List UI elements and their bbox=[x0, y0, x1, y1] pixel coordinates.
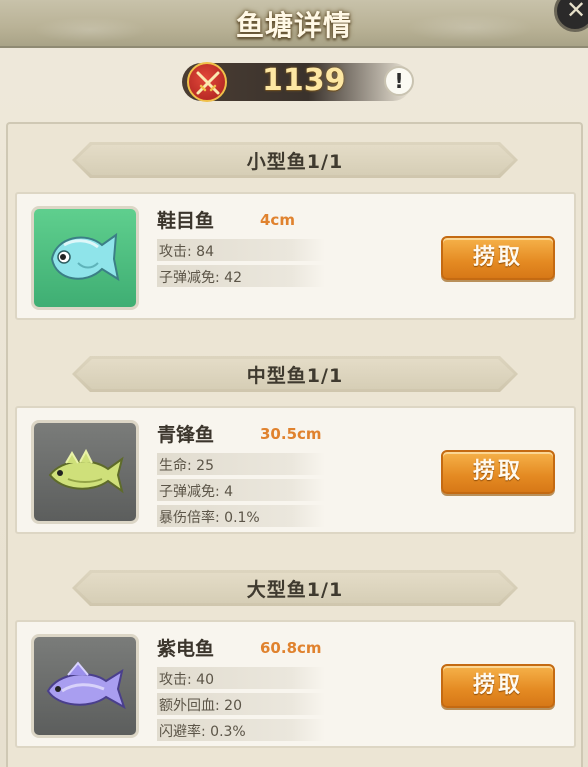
fish-size: 30.5cm bbox=[260, 425, 322, 443]
fish-icon bbox=[48, 448, 124, 494]
catch-button[interactable]: 捞取 bbox=[441, 450, 555, 494]
page-title: 鱼塘详情 bbox=[235, 9, 352, 42]
section-title: 中型鱼1/1 bbox=[246, 365, 344, 387]
fish-name: 青锋鱼 bbox=[157, 424, 215, 446]
fish-thumbnail bbox=[31, 206, 139, 310]
header-bar: 鱼塘详情 bbox=[0, 0, 588, 48]
fish-stat: 暴伤倍率: 0.1% bbox=[157, 505, 325, 527]
section-banner-medium: 中型鱼1/1 bbox=[72, 356, 518, 392]
section-banner-small: 小型鱼1/1 bbox=[72, 142, 518, 178]
section-title: 大型鱼1/1 bbox=[246, 579, 344, 601]
section-banner-large: 大型鱼1/1 bbox=[72, 570, 518, 606]
fish-size: 60.8cm bbox=[260, 639, 322, 657]
section-title: 小型鱼1/1 bbox=[246, 151, 344, 173]
fish-stat: 生命: 25 bbox=[157, 453, 325, 475]
fish-card-large: 紫电鱼 60.8cm 攻击: 40 额外回血: 20 闪避率: 0.3% 捞取 bbox=[15, 620, 576, 748]
catch-button[interactable]: 捞取 bbox=[441, 236, 555, 280]
power-value: 1139 bbox=[262, 63, 346, 98]
fish-stat: 闪避率: 0.3% bbox=[157, 719, 325, 741]
fish-thumbnail bbox=[31, 420, 139, 524]
info-button[interactable]: ! bbox=[384, 66, 414, 96]
fish-stat: 攻击: 40 bbox=[157, 667, 325, 689]
fish-name: 鞋目鱼 bbox=[157, 210, 215, 232]
fish-icon bbox=[50, 232, 120, 282]
fish-stat: 子弹减免: 42 bbox=[157, 265, 325, 287]
fish-stat: 攻击: 84 bbox=[157, 239, 325, 261]
fish-icon bbox=[46, 661, 126, 710]
close-icon: ✕ bbox=[566, 0, 587, 24]
fish-card-small: 鞋目鱼 4cm 攻击: 84 子弹减免: 42 捞取 bbox=[15, 192, 576, 320]
fish-pond-panel: 鱼塘详情 ✕ 1139 ! 小型鱼1/1 鞋目鱼 4cm 攻击: 84 子弹减免… bbox=[0, 0, 588, 767]
fish-card-medium: 青锋鱼 30.5cm 生命: 25 子弹减免: 4 暴伤倍率: 0.1% 捞取 bbox=[15, 406, 576, 534]
fish-thumbnail bbox=[31, 634, 139, 738]
catch-button[interactable]: 捞取 bbox=[441, 664, 555, 708]
fish-size: 4cm bbox=[260, 211, 295, 229]
fish-name: 紫电鱼 bbox=[157, 638, 215, 660]
fish-stat: 子弹减免: 4 bbox=[157, 479, 325, 501]
fish-stat: 额外回血: 20 bbox=[157, 693, 325, 715]
crossed-swords-icon bbox=[187, 62, 227, 102]
